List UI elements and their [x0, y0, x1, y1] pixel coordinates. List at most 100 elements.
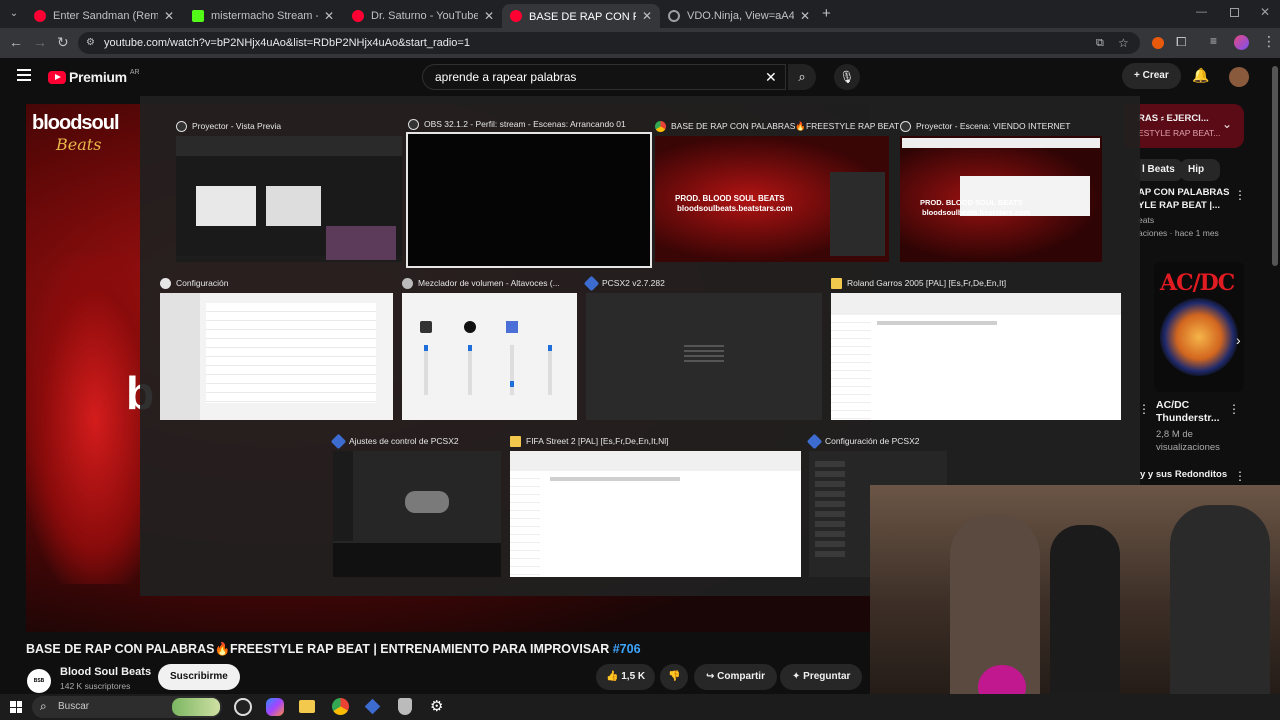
more-options-icon[interactable]: ⋮	[1234, 469, 1246, 483]
notifications-bell-icon[interactable]: 🔔	[1192, 67, 1209, 84]
youtube-play-icon	[48, 70, 66, 84]
close-tab-icon[interactable]: ✕	[164, 9, 174, 23]
forward-icon[interactable]: →	[33, 34, 47, 50]
filter-chip[interactable]: Hip	[1180, 159, 1220, 181]
avatar[interactable]	[1229, 67, 1249, 87]
task-window[interactable]: BASE DE RAP CON PALABRAS🔥FREESTYLE RAP B…	[655, 120, 911, 262]
acdc-thumbnail[interactable]: AC/DC	[1154, 262, 1244, 392]
back-icon[interactable]: ←	[9, 34, 23, 50]
tab-title: mistermacho Stream - Watch Li	[211, 10, 318, 22]
video-hashtag[interactable]: #706	[613, 642, 641, 656]
task-window[interactable]: Proyector - Vista Previa	[176, 120, 402, 262]
site-info-icon[interactable]: ⚙	[86, 32, 95, 54]
more-options-icon[interactable]: ⋮	[1228, 402, 1240, 416]
restore-icon[interactable]	[1230, 8, 1239, 17]
settings-gear-taskbar-icon[interactable]: ⚙	[430, 697, 443, 715]
youtube-favicon-icon	[34, 10, 46, 22]
browser-tab[interactable]: Dr. Saturno - YouTube ✕	[344, 4, 502, 28]
browser-tab[interactable]: VDO.Ninja, View=aA4UN7A ✕	[660, 4, 818, 28]
voice-search-button[interactable]: 🎙	[834, 64, 860, 90]
related-video-item[interactable]: AP CON PALABRAS YLE RAP BEAT |... eats a…	[1138, 187, 1242, 243]
browser-tab[interactable]: Enter Sandman (Remastered) - ✕	[26, 4, 182, 28]
install-icon[interactable]: ⧉	[1096, 32, 1104, 54]
pcsx2-taskbar-icon[interactable]	[364, 698, 381, 715]
region-label: AR	[129, 69, 140, 76]
windows-start-icon[interactable]	[10, 701, 22, 713]
playlist-panel[interactable]: RAS ⸗ EJERCI... ESTYLE RAP BEAT... ⌄	[1124, 104, 1244, 148]
clear-search-icon[interactable]: ✕	[765, 65, 777, 89]
url-text: youtube.com/watch?v=bP2NHjx4uAo&list=RDb…	[104, 37, 470, 49]
task-window-focused[interactable]: OBS 32.1.2 - Perfil: stream - Escenas: A…	[406, 118, 652, 268]
more-options-icon[interactable]: ⋮	[1234, 188, 1246, 202]
task-window-title: Proyector - Escena: VIENDO INTERNET	[916, 121, 1071, 131]
search-input[interactable]: aprende a rapear palabras ✕	[422, 64, 786, 90]
task-window-title: Proyector - Vista Previa	[192, 121, 282, 131]
extensions-puzzle-icon[interactable]: ⧠	[1176, 34, 1186, 50]
task-window-title: Configuración	[176, 278, 229, 288]
close-tab-icon[interactable]: ✕	[324, 9, 334, 23]
scrollbar[interactable]	[1272, 66, 1278, 266]
filter-chip[interactable]: l Beats	[1134, 159, 1183, 181]
taskbar-search[interactable]: ⌕ Buscar	[32, 696, 222, 718]
browser-tab[interactable]: mistermacho Stream - Watch Li ✕	[184, 4, 342, 28]
task-window[interactable]: FIFA Street 2 [PAL] [Es,Fr,De,En,It,Nl]	[510, 435, 801, 577]
tab-search-button[interactable]: ⌄	[6, 6, 22, 22]
new-tab-icon[interactable]: +	[822, 5, 831, 22]
subscribe-button[interactable]: Suscribirme	[158, 664, 240, 690]
extension-icon[interactable]	[1152, 37, 1164, 49]
copilot-taskbar-icon[interactable]	[266, 698, 284, 716]
obs-taskbar-icon[interactable]	[234, 698, 252, 716]
hamburger-menu-icon[interactable]	[17, 69, 31, 81]
channel-name[interactable]: Blood Soul Beats	[60, 666, 151, 678]
tab-title: Enter Sandman (Remastered) -	[53, 10, 158, 22]
related-video-item[interactable]: AC/DC Thunderstr... 2,8 M de visualizaci…	[1156, 399, 1236, 453]
chevron-down-icon[interactable]: ⌄	[1222, 117, 1232, 131]
browser-tab-active[interactable]: BASE DE RAP CON PALABRAS🔥 ✕	[502, 4, 660, 28]
dislike-button[interactable]: 👎	[660, 664, 689, 690]
bookmark-star-icon[interactable]: ☆	[1118, 32, 1129, 54]
pcsx2-icon	[806, 433, 823, 449]
plus-icon: +	[1134, 70, 1143, 81]
task-window[interactable]: PCSX2 v2.7.282	[583, 275, 822, 420]
chevron-right-icon[interactable]: ›	[1236, 332, 1241, 348]
file-explorer-taskbar-icon[interactable]	[299, 700, 315, 713]
channel-avatar[interactable]: BSB	[27, 669, 51, 693]
task-window[interactable]: Mezclador de volumen - Altavoces (...	[402, 277, 577, 420]
ask-button[interactable]: ✦ Preguntar	[780, 664, 863, 690]
folder-icon	[831, 277, 842, 289]
thumb-text: bloodsoulbeats.beatstars.com	[922, 208, 1031, 217]
task-window[interactable]: Roland Garros 2005 [PAL] [Es,Fr,De,En,It…	[831, 277, 1121, 420]
reload-icon[interactable]: ↻	[57, 34, 69, 51]
close-tab-icon[interactable]: ✕	[642, 9, 652, 23]
search-button[interactable]: ⌕	[788, 64, 816, 90]
chrome-taskbar-icon[interactable]	[332, 698, 349, 715]
close-tab-icon[interactable]: ✕	[800, 9, 810, 23]
media-control-icon[interactable]: ≡	[1210, 34, 1217, 48]
task-window[interactable]: Ajustes de control de PCSX2	[330, 433, 501, 577]
thumbs-down-icon: 👎	[668, 671, 681, 682]
task-window[interactable]: Proyector - Escena: VIENDO INTERNET PROD…	[900, 120, 1102, 262]
youtube-logo[interactable]: Premium AR	[48, 69, 140, 85]
address-bar[interactable]: ⚙ youtube.com/watch?v=bP2NHjx4uAo&list=R…	[78, 32, 1140, 54]
obs-icon	[900, 120, 911, 132]
close-window-icon[interactable]: ✕	[1260, 5, 1270, 19]
minimize-icon[interactable]: —	[1196, 6, 1207, 18]
related-title[interactable]: y y sus Redonditos	[1140, 469, 1227, 480]
task-window[interactable]: Configuración	[160, 277, 393, 420]
playlist-title: RAS ⸗ EJERCI...	[1138, 113, 1209, 124]
task-window-title: Mezclador de volumen - Altavoces (...	[418, 278, 560, 288]
tab-title: BASE DE RAP CON PALABRAS🔥	[529, 10, 636, 23]
shield-taskbar-icon[interactable]	[398, 698, 412, 715]
share-icon: ↪	[706, 671, 718, 682]
share-label: Compartir	[717, 671, 765, 682]
create-button[interactable]: + Crear	[1122, 63, 1181, 89]
globe-favicon-icon	[668, 10, 680, 22]
close-tab-icon[interactable]: ✕	[484, 9, 494, 23]
share-button[interactable]: ↪ Compartir	[694, 664, 777, 690]
browser-menu-icon[interactable]: ⋮	[1262, 33, 1276, 50]
search-icon: ⌕	[40, 699, 47, 713]
tab-title: Dr. Saturno - YouTube	[371, 10, 478, 22]
like-button[interactable]: 👍 1,5 K	[596, 664, 656, 690]
profile-avatar[interactable]	[1234, 35, 1249, 50]
thumb-text: bloodsoulbeats.beatstars.com	[677, 204, 793, 213]
